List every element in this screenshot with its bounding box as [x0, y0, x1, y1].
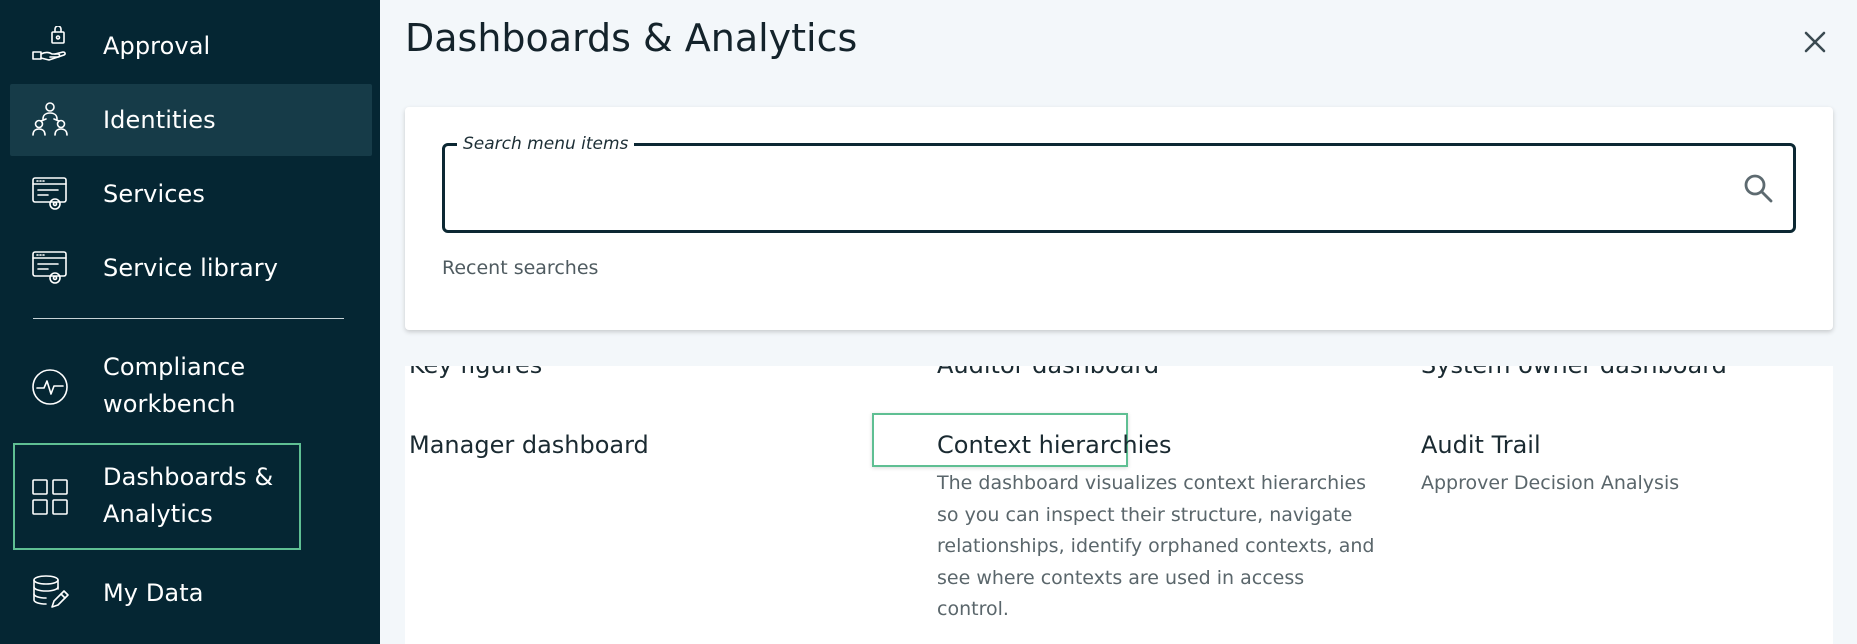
approval-icon [30, 26, 70, 66]
page-title: Dashboards & Analytics [405, 16, 858, 60]
sidebar-item-label: Services [103, 179, 206, 208]
sidebar-item-label: Identities [103, 105, 216, 134]
result-key-figures[interactable]: Key figures [409, 366, 542, 382]
sidebar-nav: Approval Identities Services Service lib… [0, 0, 380, 644]
result-system-owner-dashboard[interactable]: System owner dashboard [1421, 366, 1727, 382]
dashboards-highlight-frame [13, 443, 301, 550]
result-description: Approver Decision Analysis [1421, 472, 1680, 494]
close-button[interactable] [1795, 22, 1835, 62]
result-description: The dashboard visualizes context hierarc… [937, 472, 1375, 620]
result-auditor-dashboard[interactable]: Auditor dashboard [937, 366, 1159, 382]
menu-results: Key figures Auditor dashboard System own… [405, 366, 1833, 644]
sidebar-item-label: Service library [103, 253, 279, 282]
sidebar-item-approval[interactable]: Approval [10, 10, 372, 82]
sidebar-item-services[interactable]: Services [10, 158, 372, 230]
search-card: Search menu items Recent searches [405, 107, 1833, 330]
search-field: Search menu items [442, 133, 1796, 233]
sidebar-item-label: My Data [103, 578, 204, 607]
dashboards-panel: Dashboards & Analytics Search menu items… [380, 0, 1857, 644]
result-audit-trail[interactable]: Audit Trail [1421, 428, 1541, 462]
services-icon [30, 174, 70, 214]
search-field-label: Search menu items [457, 133, 635, 155]
identities-icon [30, 100, 70, 140]
search-input[interactable] [463, 164, 1667, 214]
my-data-icon [30, 573, 70, 613]
result-manager-dashboard[interactable]: Manager dashboard [409, 428, 649, 462]
sidebar-item-my-data[interactable]: My Data [10, 557, 372, 629]
recent-searches-label: Recent searches [442, 257, 599, 279]
sidebar-item-label: Approval [103, 31, 211, 60]
service-library-icon [30, 248, 70, 288]
sidebar-item-label: Compliance [103, 353, 246, 381]
close-icon [1804, 31, 1826, 53]
sidebar-item-label: workbench [103, 390, 236, 418]
sidebar-item-identities[interactable]: Identities [10, 84, 372, 156]
compliance-icon [30, 367, 70, 407]
search-icon[interactable] [1740, 170, 1776, 206]
result-context-hierarchies[interactable]: Context hierarchies [937, 428, 1172, 462]
sidebar-item-compliance-workbench[interactable]: Compliance workbench [10, 335, 372, 439]
sidebar-divider [33, 318, 344, 319]
sidebar-item-service-library[interactable]: Service library [10, 232, 372, 304]
